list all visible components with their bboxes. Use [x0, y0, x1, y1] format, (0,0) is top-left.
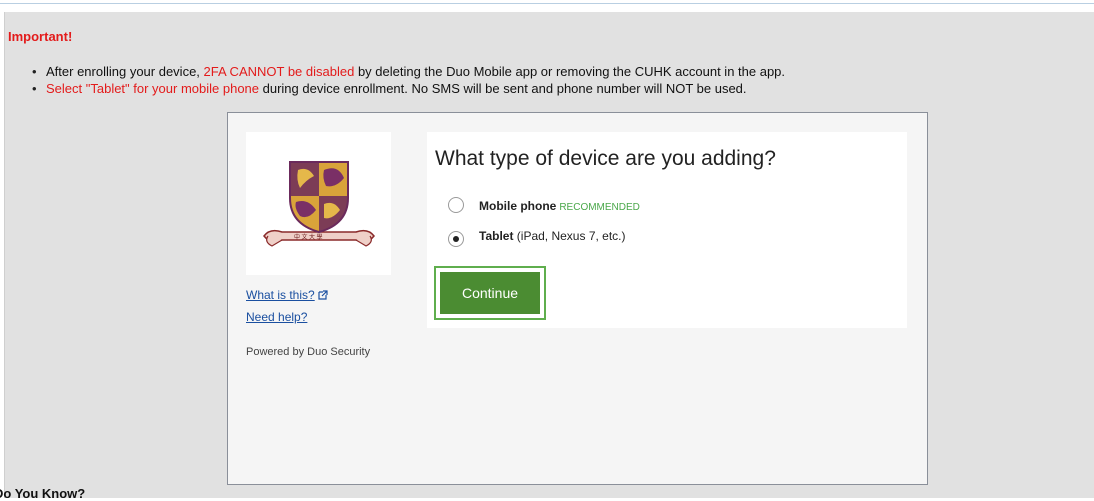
option-name: Tablet: [479, 229, 514, 243]
top-divider: [0, 0, 1094, 4]
cuhk-crest-logo: 中 文 大 學: [263, 161, 375, 247]
did-you-know-heading: Do You Know?: [0, 486, 86, 501]
what-is-this-label: What is this?: [246, 288, 315, 302]
important-heading: Important!: [8, 29, 73, 44]
notice-item-2fa: After enrolling your device, 2FA CANNOT …: [30, 63, 785, 80]
mobile-phone-option-label[interactable]: Mobile phone RECOMMENDED: [479, 199, 640, 213]
mobile-phone-radio[interactable]: [448, 197, 464, 213]
notice-text: After enrolling your device,: [46, 64, 204, 79]
notice-list: After enrolling your device, 2FA CANNOT …: [30, 63, 785, 97]
cuhk-logo-box: 中 文 大 學: [246, 132, 391, 275]
device-question-heading: What type of device are you adding?: [435, 147, 776, 170]
option-name: Mobile phone: [479, 199, 557, 213]
need-help-link[interactable]: Need help?: [246, 310, 307, 324]
tablet-option-label[interactable]: Tablet (iPad, Nexus 7, etc.): [479, 229, 626, 243]
what-is-this-link[interactable]: What is this?: [246, 288, 328, 302]
notice-item-tablet: Select "Tablet" for your mobile phone du…: [30, 80, 785, 97]
continue-button[interactable]: Continue: [440, 272, 540, 314]
svg-text:中 文 大 學: 中 文 大 學: [294, 233, 323, 241]
tablet-radio[interactable]: [448, 231, 464, 247]
notice-text: by deleting the Duo Mobile app or removi…: [354, 64, 786, 79]
recommended-badge: RECOMMENDED: [559, 202, 640, 213]
notice-warning-text: 2FA CANNOT be disabled: [203, 64, 355, 79]
powered-by-text: Powered by Duo Security: [246, 346, 371, 358]
external-link-icon: [318, 290, 328, 300]
notice-text: during device enrollment. No SMS will be…: [259, 81, 747, 96]
notice-warning-text: Select "Tablet" for your mobile phone: [46, 81, 260, 96]
option-detail: (iPad, Nexus 7, etc.): [513, 229, 626, 243]
